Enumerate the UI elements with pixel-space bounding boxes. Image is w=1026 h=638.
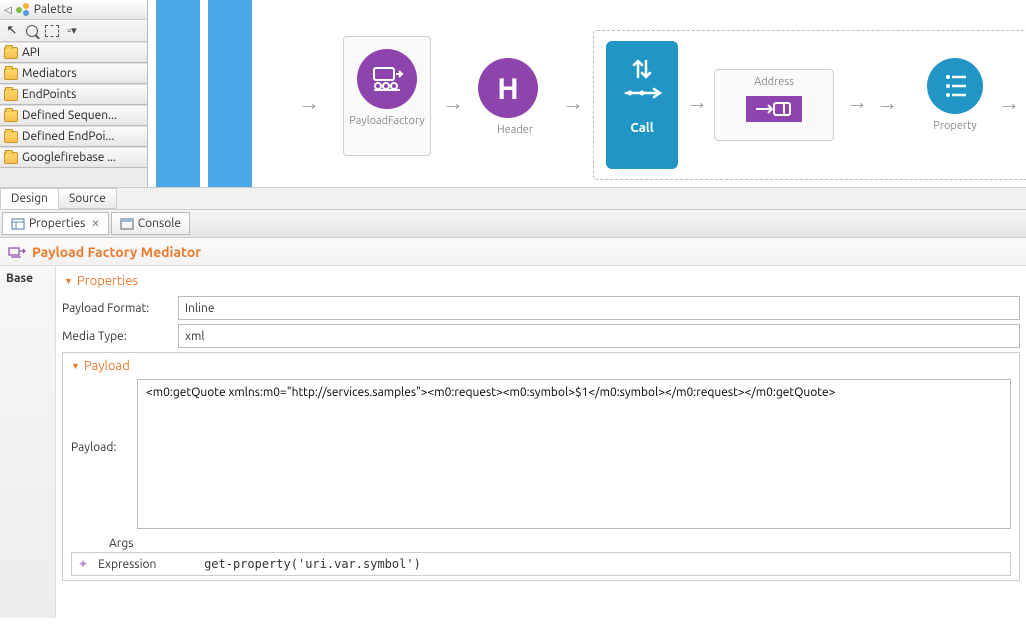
gear-icon <box>210 175 250 187</box>
folette-icon <box>4 89 18 101</box>
palette-item-label: Googlefirebase ... <box>22 151 116 164</box>
palette-item-label: Defined EndPoi... <box>22 130 114 143</box>
palette-item-label: API <box>22 46 40 59</box>
palette-item-endpoints[interactable]: EndPoints <box>0 84 147 105</box>
media-type-select[interactable]: xml <box>178 324 1020 348</box>
zoom-tool-icon[interactable] <box>24 23 40 39</box>
palette-panel: ◁ Palette ↖ ▫▾ API Mediators EndPoints D… <box>0 0 148 187</box>
palette-item-defined-sequences[interactable]: Defined Sequen... <box>0 105 147 126</box>
folder-icon <box>4 131 18 143</box>
property-label: Property <box>918 120 992 132</box>
marquee-tool-icon[interactable] <box>44 23 60 39</box>
close-icon[interactable]: ✕ <box>91 218 99 230</box>
view-tabs: Properties ✕ Console <box>0 210 1026 238</box>
call-node[interactable]: Call <box>606 41 678 169</box>
args-row[interactable]: ✦ Expression get-property('uri.var.symbo… <box>71 552 1011 576</box>
tab-label: Console <box>138 217 181 230</box>
caret-down-icon: ▼ <box>64 276 73 286</box>
property-node[interactable]: Property <box>918 58 992 132</box>
mediator-title-bar: Payload Factory Mediator <box>0 238 1026 266</box>
section-properties[interactable]: ▼ Properties <box>62 270 1020 292</box>
address-label: Address <box>715 76 833 88</box>
palette-item-label: EndPoints <box>22 88 76 101</box>
args-label: Args <box>109 537 1011 550</box>
arrow-icon: → <box>686 89 708 115</box>
address-node[interactable]: Address <box>714 69 834 141</box>
palette-item-label: Defined Sequen... <box>22 109 117 122</box>
folder-icon <box>4 110 18 122</box>
payloadfactory-icon <box>357 49 417 109</box>
caret-down-icon: ▼ <box>71 361 80 371</box>
payload-format-label: Payload Format: <box>62 302 178 315</box>
palette-title: Palette <box>34 3 73 16</box>
collapse-left-icon[interactable]: ◁ <box>4 4 12 16</box>
base-tab[interactable]: Base <box>0 266 56 618</box>
args-value: get-property('uri.var.symbol') <box>204 557 421 571</box>
media-type-label: Media Type: <box>62 330 178 343</box>
header-icon: H <box>478 58 538 118</box>
arrow-icon: → <box>846 89 868 115</box>
tab-label: Properties <box>29 217 85 230</box>
console-icon <box>120 218 134 230</box>
sequence-start-bar[interactable] <box>156 0 200 187</box>
section-label: Payload <box>84 359 130 373</box>
arrow-icon: → <box>442 90 464 116</box>
palette-item-label: Mediators <box>22 67 77 80</box>
section-label: Properties <box>77 274 138 288</box>
call-label: Call <box>606 121 678 135</box>
expression-icon: ✦ <box>78 557 88 571</box>
palette-title-bar: ◁ Palette <box>0 0 147 20</box>
payloadfactory-label: PayloadFactory <box>344 115 430 127</box>
section-payload[interactable]: ▼ Payload <box>71 359 1011 373</box>
design-canvas[interactable]: → PayloadFactory → H Header → <box>148 0 1026 187</box>
header-label: Header <box>478 124 552 136</box>
tab-properties[interactable]: Properties ✕ <box>2 212 109 235</box>
editor-mode-tabs: Design Source <box>0 188 1026 210</box>
address-icon <box>746 96 802 122</box>
palette-item-defined-endpoints[interactable]: Defined EndPoi... <box>0 126 147 147</box>
arrow-icon: → <box>562 90 584 116</box>
arrow-icon: → <box>876 90 898 116</box>
properties-icon <box>11 218 25 230</box>
payloadfactory-node[interactable]: PayloadFactory <box>343 36 431 156</box>
property-icon <box>927 58 983 114</box>
payload-section: ▼ Payload Payload: Args ✦ Expression get-… <box>62 352 1020 581</box>
arrow-icon: → <box>998 90 1020 116</box>
mediator-title: Payload Factory Mediator <box>32 244 201 260</box>
folder-icon <box>4 152 18 164</box>
payload-format-select[interactable]: Inline <box>178 296 1020 320</box>
palette-item-api[interactable]: API <box>0 42 147 63</box>
call-icon <box>620 55 664 115</box>
mediator-title-icon <box>8 245 26 259</box>
arrow-icon: → <box>298 90 320 116</box>
payload-textarea[interactable] <box>137 379 1011 529</box>
palette-item-mediators[interactable]: Mediators <box>0 63 147 84</box>
payload-label: Payload: <box>71 379 127 529</box>
header-node[interactable]: H Header <box>478 58 552 136</box>
properties-form: ▼ Properties Payload Format: Inline Media… <box>56 266 1026 618</box>
note-tool-icon[interactable]: ▫▾ <box>64 23 80 39</box>
tab-source[interactable]: Source <box>58 188 117 209</box>
folder-icon <box>4 47 18 59</box>
palette-toolbar: ↖ ▫▾ <box>0 20 147 42</box>
folder-icon <box>4 68 18 80</box>
sequence-track[interactable] <box>208 0 252 187</box>
palette-item-googlefirebase[interactable]: Googlefirebase ... <box>0 147 147 168</box>
args-type: Expression <box>98 558 194 571</box>
tab-design[interactable]: Design <box>0 188 59 209</box>
tab-console[interactable]: Console <box>111 212 190 235</box>
select-tool-icon[interactable]: ↖ <box>4 23 20 39</box>
palette-icon <box>16 3 30 17</box>
